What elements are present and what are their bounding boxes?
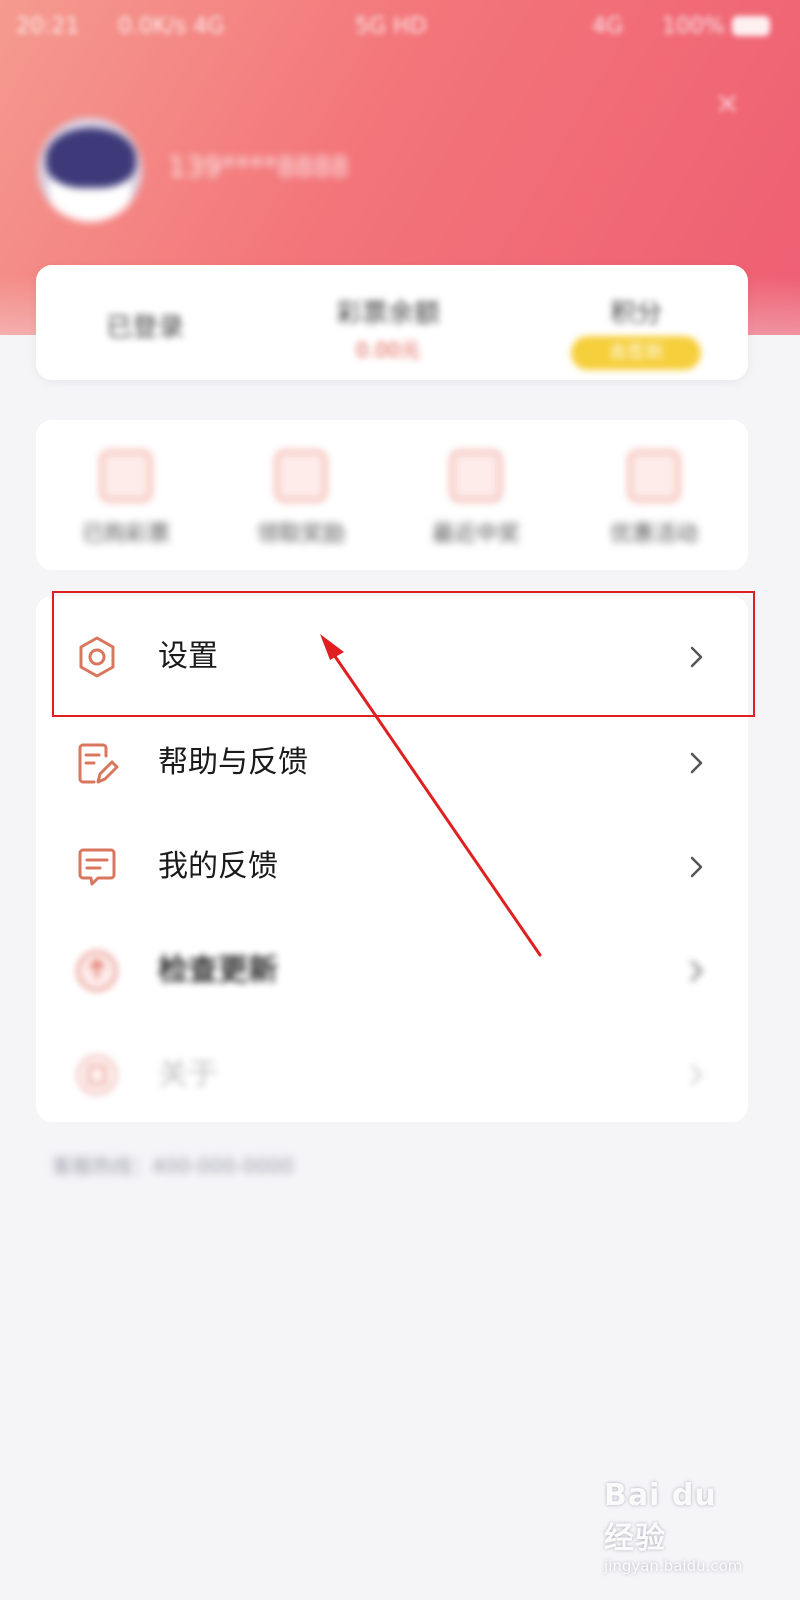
status-time: 20:21 (16, 14, 80, 39)
settings-highlight-box (52, 591, 755, 717)
watermark-main: Bai du 经验 (604, 1478, 717, 1556)
footer-note: 客服热线：400-000-0000 (52, 1154, 294, 1178)
checkin-pill-button[interactable]: 去签到 (571, 336, 701, 370)
menu-item-label: 检查更新 (158, 953, 278, 988)
quick-action-label: 领取奖励 (256, 522, 345, 547)
update-icon (76, 950, 118, 992)
quick-action-label: 已购彩票 (81, 522, 170, 547)
quick-action-label: 最近中奖 (431, 522, 520, 547)
avatar[interactable] (38, 118, 142, 222)
chevron-right-icon (690, 752, 703, 774)
menu-item-about[interactable]: 关于 (36, 1022, 748, 1126)
trophy-icon (450, 450, 502, 502)
stat-balance[interactable]: 彩票余额 0.00元 (336, 293, 440, 363)
message-icon (78, 848, 116, 886)
quick-action-4[interactable]: 优惠活动 (574, 450, 734, 548)
status-bar: 20:21 0.0K/s 4G 5G HD 4G 100% (0, 0, 800, 52)
ticket-icon (100, 450, 152, 502)
menu-item-my-feedback[interactable]: 我的反馈 (36, 814, 748, 918)
status-battery-text: 100% (662, 14, 725, 39)
menu-item-label: 我的反馈 (158, 849, 278, 884)
chevron-right-icon (690, 960, 703, 982)
battery-icon (732, 16, 770, 36)
stat-login-label: 已登录 (106, 313, 185, 343)
account-stats-card: 已登录 彩票余额 0.00元 积分 去签到 (36, 265, 748, 380)
username[interactable]: 139****8888 (168, 150, 349, 183)
chevron-right-icon (690, 856, 703, 878)
stat-balance-label: 彩票余额 (336, 299, 441, 329)
document-edit-icon (78, 743, 119, 784)
menu-item-check-update[interactable]: 检查更新 (36, 918, 748, 1022)
chevron-right-icon (690, 1064, 703, 1086)
gift-icon (275, 450, 327, 502)
status-carrier: 5G HD (355, 14, 427, 39)
stat-points[interactable]: 积分 去签到 (571, 293, 701, 370)
quick-actions-card: 已购彩票 领取奖励 最近中奖 优惠活动 (36, 420, 748, 570)
close-icon[interactable]: × (715, 86, 740, 121)
quick-action-1[interactable]: 已购彩票 (46, 450, 206, 548)
status-signal: 4G (592, 14, 624, 39)
menu-item-label: 关于 (158, 1057, 218, 1092)
stat-balance-value: 0.00元 (355, 338, 421, 362)
quick-action-label: 优惠活动 (609, 522, 698, 547)
watermark-sub: jingyan.baidu.com (604, 1557, 743, 1575)
coupon-icon (628, 450, 680, 502)
stat-points-label: 积分 (609, 299, 662, 329)
menu-item-label: 帮助与反馈 (158, 745, 308, 780)
quick-action-2[interactable]: 领取奖励 (221, 450, 381, 548)
menu-item-help-feedback[interactable]: 帮助与反馈 (36, 710, 748, 814)
info-icon (76, 1054, 118, 1096)
stat-login[interactable]: 已登录 (106, 307, 184, 344)
baidu-jingyan-watermark: Bai du 经验 jingyan.baidu.com (604, 1478, 754, 1575)
quick-action-3[interactable]: 最近中奖 (396, 450, 556, 548)
status-network: 0.0K/s 4G (118, 14, 225, 39)
